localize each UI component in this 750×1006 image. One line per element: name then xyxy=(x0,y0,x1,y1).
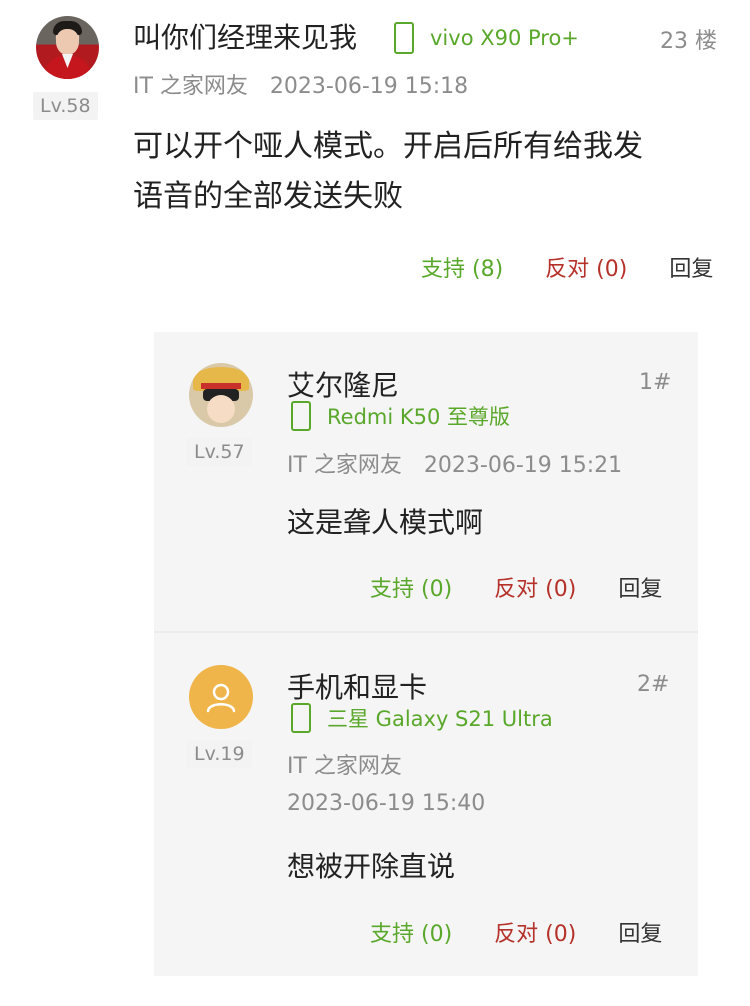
user-avatar[interactable] xyxy=(189,665,253,729)
comment-content: 想被开除直说 xyxy=(287,850,456,883)
user-level-badge: Lv.57 xyxy=(187,438,252,466)
device-label: vivo X90 Pro+ xyxy=(394,22,579,54)
comment-actions: 支持 (0) 反对 (0) 回复 xyxy=(370,571,662,603)
user-avatar[interactable] xyxy=(189,363,253,427)
comment-text-line: 可以开个哑人模式。开启后所有给我发 xyxy=(133,129,643,164)
username[interactable]: 叫你们经理来见我 xyxy=(133,16,357,56)
device-name: 三星 Galaxy S21 Ultra xyxy=(327,707,553,731)
user-level-badge: Lv.58 xyxy=(33,92,98,120)
comment-timestamp: 2023-06-19 15:18 xyxy=(269,74,469,99)
reply-divider xyxy=(154,631,698,633)
reply-button[interactable]: 回复 xyxy=(618,571,662,603)
user-avatar[interactable] xyxy=(36,16,99,79)
username[interactable]: 手机和显卡 xyxy=(287,666,427,706)
user-silhouette-icon xyxy=(206,683,236,713)
user-level-badge: Lv.19 xyxy=(187,740,252,768)
user-source: IT 之家网友 xyxy=(287,754,402,779)
device-label: 三星 Galaxy S21 Ultra xyxy=(291,703,553,733)
reply-button[interactable]: 回复 xyxy=(618,916,662,948)
comment-text-line: 语音的全部发送失败 xyxy=(133,179,403,214)
comment-thread: Lv.58 叫你们经理来见我 vivo X90 Pro+ 23 楼 IT 之家网… xyxy=(0,0,750,1006)
oppose-button[interactable]: 反对 (0) xyxy=(545,251,627,283)
support-button[interactable]: 支持 (0) xyxy=(370,916,452,948)
user-source: IT 之家网友 xyxy=(133,74,248,99)
comment-meta: IT 之家网友 2023-06-19 15:18 xyxy=(133,68,468,100)
device-name: vivo X90 Pro+ xyxy=(430,26,579,50)
comment-content: 这是聋人模式啊 xyxy=(287,506,484,539)
phone-icon xyxy=(291,401,311,431)
user-source: IT 之家网友 xyxy=(287,453,402,478)
comment-timestamp: 2023-06-19 15:21 xyxy=(423,453,623,478)
support-button[interactable]: 支持 (8) xyxy=(421,251,503,283)
comment-meta: IT 之家网友 2023-06-19 15:21 xyxy=(287,447,622,479)
comment-actions: 支持 (8) 反对 (0) 回复 xyxy=(421,251,713,283)
device-name: Redmi K50 至尊版 xyxy=(327,405,511,429)
floor-number: 2# xyxy=(637,672,670,697)
device-label: Redmi K50 至尊版 xyxy=(291,401,510,431)
username[interactable]: 艾尔隆尼 xyxy=(287,364,399,404)
comment-timestamp: 2023-06-19 15:40 xyxy=(287,791,486,816)
support-button[interactable]: 支持 (0) xyxy=(370,571,452,603)
floor-number: 23 楼 xyxy=(660,29,717,54)
floor-number: 1# xyxy=(639,370,672,395)
reply-button[interactable]: 回复 xyxy=(669,251,713,283)
phone-icon xyxy=(291,703,311,733)
comment-content: 可以开个哑人模式。开启后所有给我发 语音的全部发送失败 xyxy=(133,122,643,222)
phone-icon xyxy=(394,22,414,54)
comment-actions: 支持 (0) 反对 (0) 回复 xyxy=(370,916,662,948)
oppose-button[interactable]: 反对 (0) xyxy=(494,916,576,948)
oppose-button[interactable]: 反对 (0) xyxy=(494,571,576,603)
